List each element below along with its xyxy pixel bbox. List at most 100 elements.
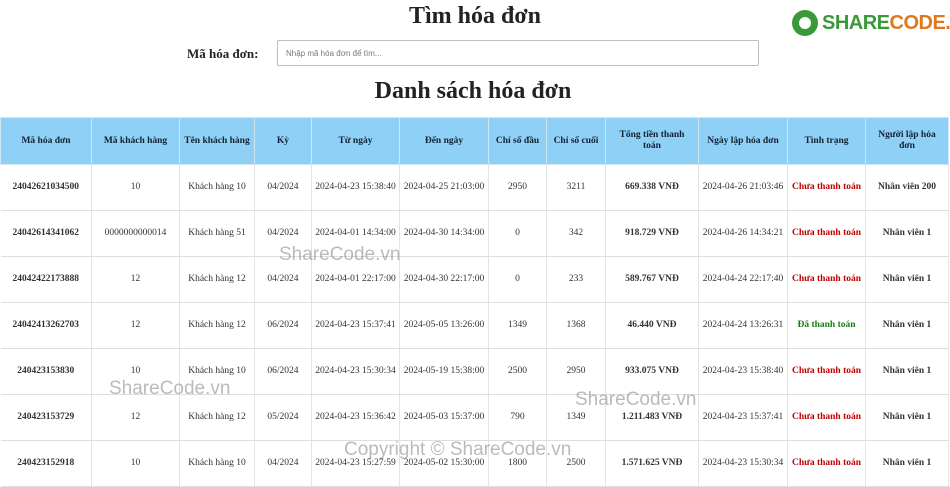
customer-name-cell: Khách hàng 12 [179, 256, 255, 303]
table-row[interactable]: 240423153830 10 Khách hàng 10 06/2024 2024-0… [0, 348, 949, 395]
column-header: Người lập hóa đơn [865, 117, 949, 165]
column-header: Mã hóa đơn [0, 117, 92, 165]
search-title: Tìm hóa đơn [409, 3, 541, 29]
status-badge: Chưa thanh toán [791, 366, 862, 376]
status-cell: Chưa thanh toán [787, 210, 866, 257]
total-amount-cell: 933.075 VNĐ [605, 348, 699, 395]
start-index-cell: 1800 [488, 440, 547, 487]
invoice-table-header: Mã hóa đơn Mã khách hàng Tên khách hàng Kỳ T… [0, 117, 949, 165]
from-date-cell: 2024-04-01 22:17:00 [311, 256, 400, 303]
period-cell: 04/2024 [254, 256, 312, 303]
customer-id-cell: 10 [91, 440, 180, 487]
status-badge: Chưa thanh toán [791, 228, 862, 238]
customer-id-cell: 12 [91, 302, 180, 349]
status-cell: Chưa thanh toán [787, 394, 866, 441]
table-row[interactable]: 24042614341062 0000000000014 Khách hàng 51… [0, 210, 949, 257]
status-cell: Chưa thanh toán [787, 440, 866, 487]
column-header: Từ ngày [311, 117, 400, 165]
table-row[interactable]: 240423152918 10 Khách hàng 10 04/2024 2024-0… [0, 440, 949, 487]
column-header: Đến ngày [399, 117, 489, 165]
period-cell: 04/2024 [254, 440, 312, 487]
customer-id-cell: 10 [91, 348, 180, 395]
column-header: Tên khách hàng [179, 117, 255, 165]
period-cell: 05/2024 [254, 394, 312, 441]
invoice-id-cell: 240423153830 [0, 348, 92, 395]
to-date-cell: 2024-04-30 22:17:00 [399, 256, 489, 303]
customer-id-cell: 12 [91, 256, 180, 303]
to-date-cell: 2024-05-19 15:38:00 [399, 348, 489, 395]
status-cell: Chưa thanh toán [787, 164, 866, 211]
total-amount-cell: 1.571.625 VNĐ [605, 440, 699, 487]
status-badge: Chưa thanh toán [791, 458, 862, 468]
table-row[interactable]: 240423153729 12 Khách hàng 12 05/2024 2024-0… [0, 394, 949, 441]
column-header: Tình trạng [787, 117, 866, 165]
end-index-cell: 1349 [546, 394, 606, 441]
created-date-cell: 2024-04-23 15:30:34 [698, 440, 788, 487]
customer-name-cell: Khách hàng 12 [179, 302, 255, 349]
table-row[interactable]: 24042422173888 12 Khách hàng 12 04/2024 2024… [0, 256, 949, 303]
status-badge: Đã thanh toán [797, 320, 856, 330]
column-header: Tổng tiền thanh toán [605, 117, 699, 165]
created-date-cell: 2024-04-26 14:34:21 [698, 210, 788, 257]
created-date-cell: 2024-04-23 15:38:40 [698, 348, 788, 395]
customer-name-cell: Khách hàng 10 [179, 348, 255, 395]
status-cell: Đã thanh toán [787, 302, 866, 349]
to-date-cell: 2024-05-02 15:30:00 [399, 440, 489, 487]
creator-cell: Nhân viên 1 [865, 394, 949, 441]
period-cell: 06/2024 [254, 302, 312, 349]
to-date-cell: 2024-04-30 14:34:00 [399, 210, 489, 257]
table-row[interactable]: 24042413262703 12 Khách hàng 12 06/2024 2024… [0, 302, 949, 349]
to-date-cell: 2024-05-03 15:37:00 [399, 394, 489, 441]
creator-cell: Nhân viên 1 [865, 302, 949, 349]
from-date-cell: 2024-04-23 15:30:34 [311, 348, 400, 395]
creator-cell: Nhân viên 1 [865, 440, 949, 487]
customer-id-cell: 0000000000014 [91, 210, 180, 257]
from-date-cell: 2024-04-01 14:34:00 [311, 210, 400, 257]
status-badge: Chưa thanh toán [791, 182, 862, 192]
end-index-cell: 1368 [546, 302, 606, 349]
creator-cell: Nhân viên 1 [865, 256, 949, 303]
period-cell: 06/2024 [254, 348, 312, 395]
customer-name-cell: Khách hàng 51 [179, 210, 255, 257]
invoice-id-cell: 24042422173888 [0, 256, 92, 303]
end-index-cell: 2500 [546, 440, 606, 487]
creator-cell: Nhân viên 1 [865, 348, 949, 395]
end-index-cell: 342 [546, 210, 606, 257]
to-date-cell: 2024-05-05 13:26:00 [399, 302, 489, 349]
column-header: Kỳ [254, 117, 312, 165]
period-cell: 04/2024 [254, 210, 312, 257]
end-index-cell: 2950 [546, 348, 606, 395]
total-amount-cell: 1.211.483 VNĐ [605, 394, 699, 441]
to-date-cell: 2024-04-25 21:03:00 [399, 164, 489, 211]
from-date-cell: 2024-04-23 15:27:59 [311, 440, 400, 487]
period-cell: 04/2024 [254, 164, 312, 211]
total-amount-cell: 589.767 VNĐ [605, 256, 699, 303]
end-index-cell: 233 [546, 256, 606, 303]
invoice-id-cell: 24042614341062 [0, 210, 92, 257]
customer-id-cell: 12 [91, 394, 180, 441]
start-index-cell: 2500 [488, 348, 547, 395]
invoice-table: Mã hóa đơn Mã khách hàng Tên khách hàng Kỳ T… [0, 117, 949, 487]
invoice-id-cell: 240423152918 [0, 440, 92, 487]
created-date-cell: 2024-04-23 15:37:41 [698, 394, 788, 441]
customer-id-cell: 10 [91, 164, 180, 211]
total-amount-cell: 46.440 VNĐ [605, 302, 699, 349]
start-index-cell: 790 [488, 394, 547, 441]
column-header: Chỉ số đầu [488, 117, 547, 165]
start-index-cell: 0 [488, 256, 547, 303]
table-row[interactable]: 24042621034500 10 Khách hàng 10 04/2024 2024… [0, 164, 949, 211]
end-index-cell: 3211 [546, 164, 606, 211]
customer-name-cell: Khách hàng 12 [179, 394, 255, 441]
search-label: Mã hóa đơn: [187, 46, 259, 61]
start-index-cell: 1349 [488, 302, 547, 349]
created-date-cell: 2024-04-24 22:17:40 [698, 256, 788, 303]
invoice-search-input[interactable] [277, 40, 759, 66]
creator-cell: Nhân viên 200 [865, 164, 949, 211]
total-amount-cell: 918.729 VNĐ [605, 210, 699, 257]
total-amount-cell: 669.338 VNĐ [605, 164, 699, 211]
column-header: Ngày lập hóa đơn [698, 117, 788, 165]
start-index-cell: 2950 [488, 164, 547, 211]
column-header: Chỉ số cuối [546, 117, 606, 165]
from-date-cell: 2024-04-23 15:38:40 [311, 164, 400, 211]
created-date-cell: 2024-04-24 13:26:31 [698, 302, 788, 349]
